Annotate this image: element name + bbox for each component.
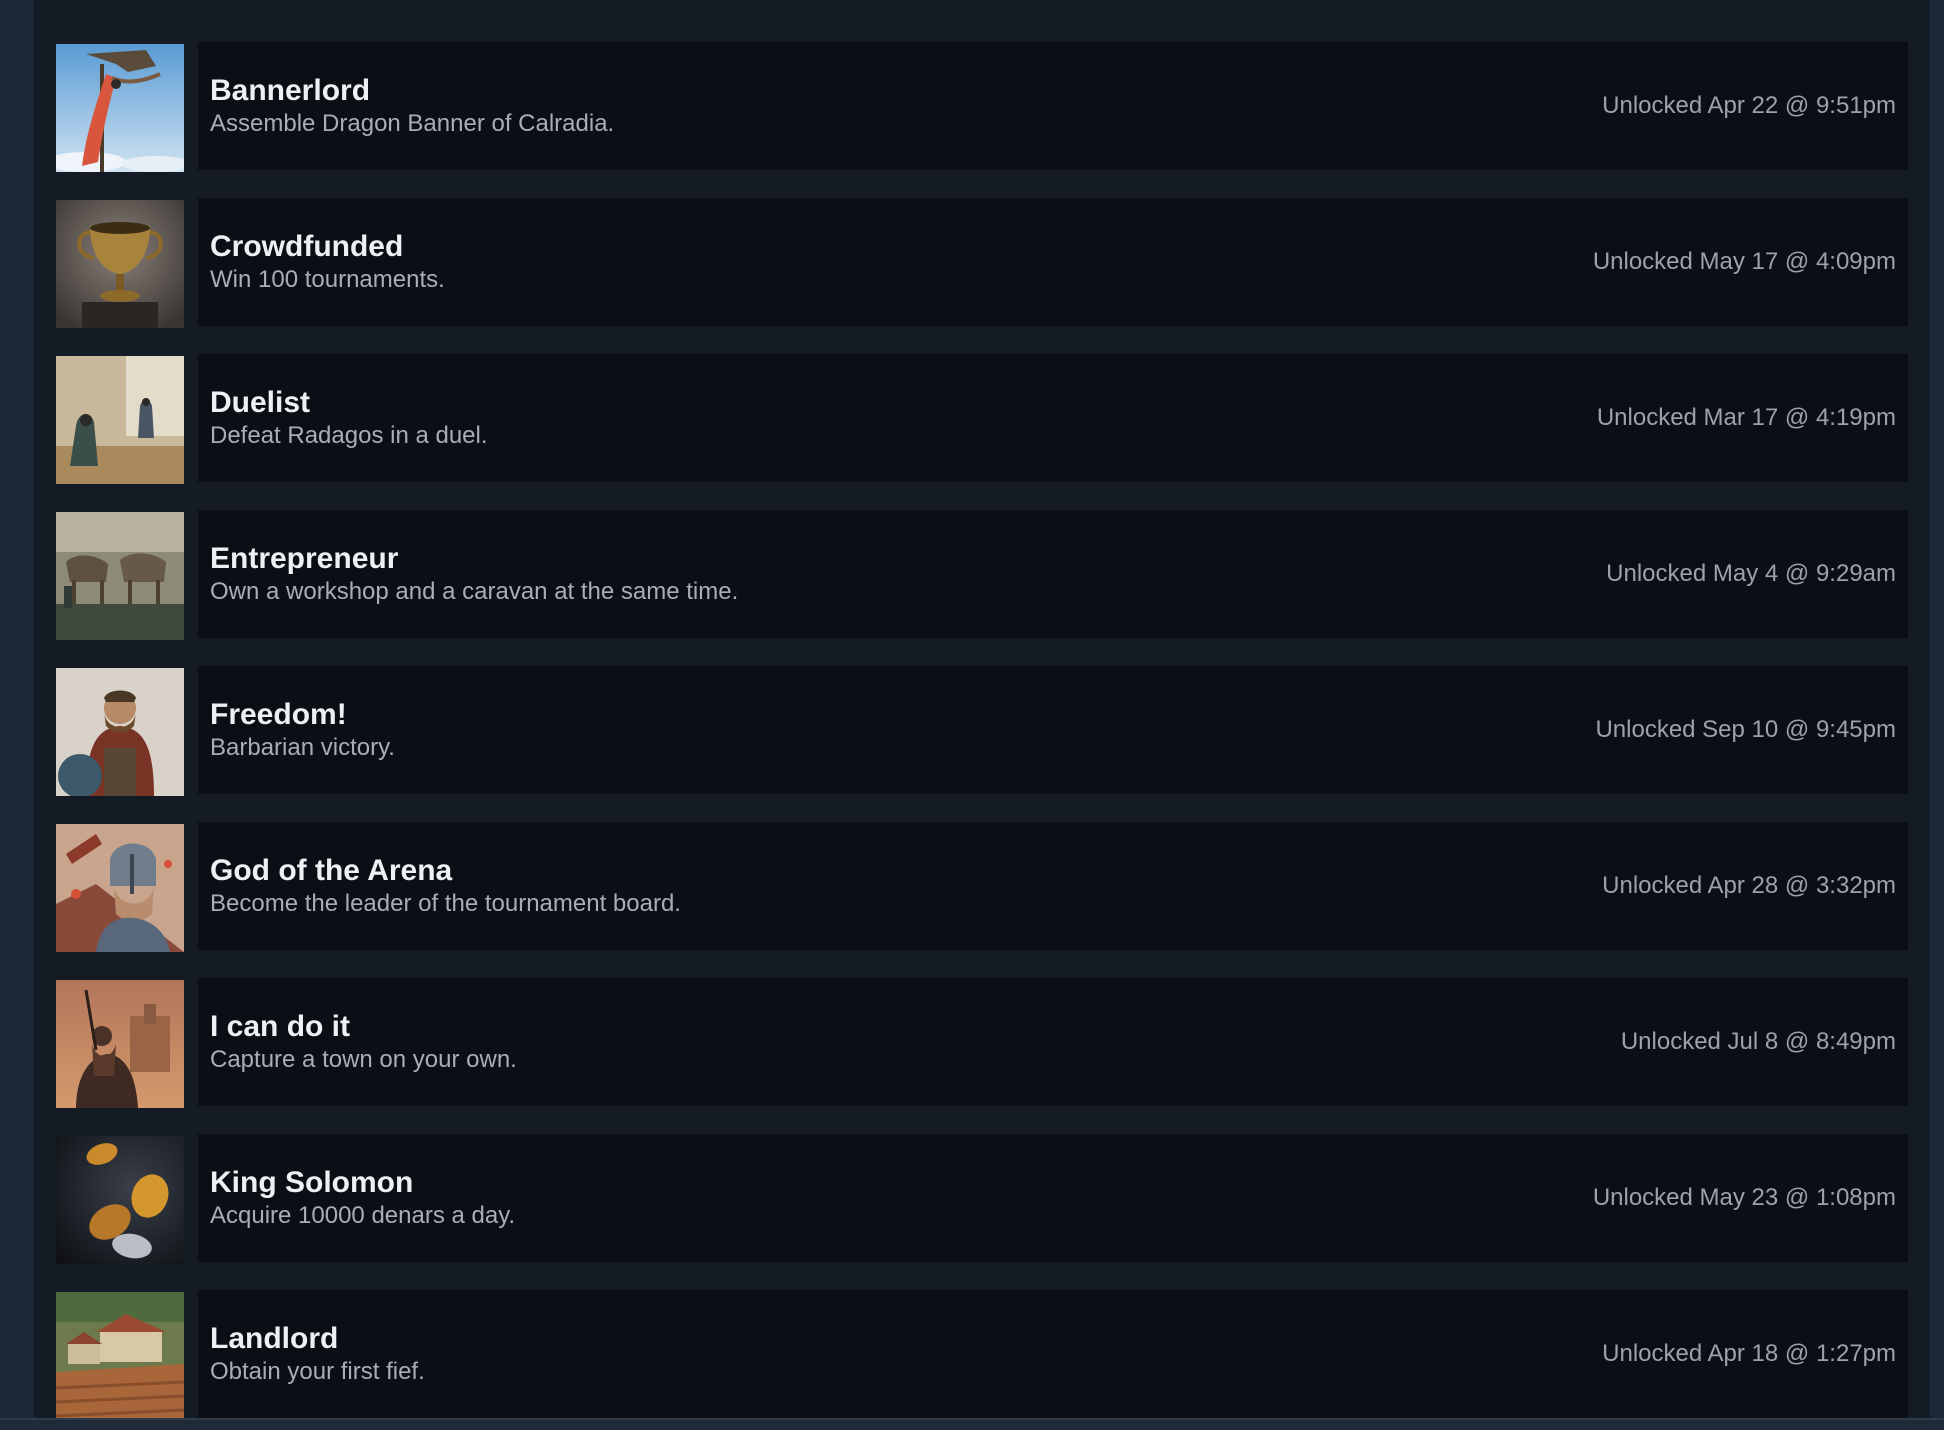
achievement-row: Landlord Obtain your first fief. Unlocke… (56, 1290, 1908, 1420)
achievement-title: Landlord (210, 1322, 339, 1355)
village-fief-icon (56, 1292, 184, 1420)
dragon-banner-icon (56, 44, 184, 172)
unlock-date: Unlocked Mar 17 @ 4:19pm (1596, 404, 1896, 431)
achievement-card: Landlord Obtain your first fief. Unlocke… (198, 1290, 1908, 1418)
achievement-description: Obtain your first fief. (210, 1358, 425, 1385)
achievement-row: Freedom! Barbarian victory. Unlocked Sep… (56, 666, 1908, 796)
achievement-title: Bannerlord (210, 74, 371, 107)
achievement-list: Bannerlord Assemble Dragon Banner of Cal… (56, 42, 1908, 1430)
unlock-date: Unlocked May 23 @ 1:08pm (1592, 1184, 1896, 1211)
unlock-date: Unlocked Sep 10 @ 9:45pm (1595, 716, 1896, 743)
achievement-title: King Solomon (210, 1166, 414, 1199)
unlock-date: Unlocked Apr 18 @ 1:27pm (1602, 1340, 1896, 1367)
achievement-description: Defeat Radagos in a duel. (210, 422, 488, 449)
achievement-card: God of the Arena Become the leader of th… (198, 822, 1908, 950)
achievement-card: Entrepreneur Own a workshop and a carava… (198, 510, 1908, 638)
achievement-description: Assemble Dragon Banner of Calradia. (210, 110, 615, 137)
barbarian-warrior-icon (56, 668, 184, 796)
achievement-description: Own a workshop and a caravan at the same… (210, 578, 739, 605)
caravan-icon (56, 512, 184, 640)
achievement-row: Duelist Defeat Radagos in a duel. Unlock… (56, 354, 1908, 484)
achievement-row: Entrepreneur Own a workshop and a carava… (56, 510, 1908, 640)
achievement-row: God of the Arena Become the leader of th… (56, 822, 1908, 952)
achievement-card: I can do it Capture a town on your own. … (198, 978, 1908, 1106)
unlock-date: Unlocked May 17 @ 4:09pm (1592, 248, 1896, 275)
achievements-page: Bannerlord Assemble Dragon Banner of Cal… (0, 0, 1944, 1430)
unlock-date: Unlocked Jul 8 @ 8:49pm (1620, 1028, 1896, 1055)
duelists-icon (56, 356, 184, 484)
trophy-cup-icon (56, 200, 184, 328)
unlock-date: Unlocked Apr 22 @ 9:51pm (1602, 92, 1896, 119)
achievement-row: King Solomon Acquire 10000 denars a day.… (56, 1134, 1908, 1264)
achievement-title: Freedom! (210, 698, 347, 731)
helmeted-champion-icon (56, 824, 184, 952)
achievement-row: I can do it Capture a town on your own. … (56, 978, 1908, 1108)
achievement-description: Barbarian victory. (210, 734, 395, 761)
achievement-card: Bannerlord Assemble Dragon Banner of Cal… (198, 42, 1908, 170)
unlock-date: Unlocked Apr 28 @ 3:32pm (1602, 872, 1896, 899)
achievement-title: I can do it (210, 1010, 351, 1043)
achievement-title: Entrepreneur (210, 542, 399, 575)
achievement-card: King Solomon Acquire 10000 denars a day.… (198, 1134, 1908, 1262)
achievement-description: Become the leader of the tournament boar… (210, 890, 681, 917)
achievement-row: Crowdfunded Win 100 tournaments. Unlocke… (56, 198, 1908, 328)
achievement-card: Duelist Defeat Radagos in a duel. Unlock… (198, 354, 1908, 482)
achievement-row: Bannerlord Assemble Dragon Banner of Cal… (56, 42, 1908, 172)
gold-coins-icon (56, 1136, 184, 1264)
achievement-title: Duelist (210, 386, 311, 419)
achievement-card: Freedom! Barbarian victory. Unlocked Sep… (198, 666, 1908, 794)
achievement-card: Crowdfunded Win 100 tournaments. Unlocke… (198, 198, 1908, 326)
bottom-edge (0, 1418, 1944, 1430)
unlock-date: Unlocked May 4 @ 9:29am (1606, 560, 1896, 587)
achievement-description: Acquire 10000 denars a day. (210, 1202, 516, 1229)
rider-town-icon (56, 980, 184, 1108)
achievement-title: God of the Arena (210, 854, 453, 887)
achievement-description: Capture a town on your own. (210, 1046, 517, 1073)
achievement-description: Win 100 tournaments. (210, 266, 445, 293)
achievement-title: Crowdfunded (210, 230, 404, 263)
